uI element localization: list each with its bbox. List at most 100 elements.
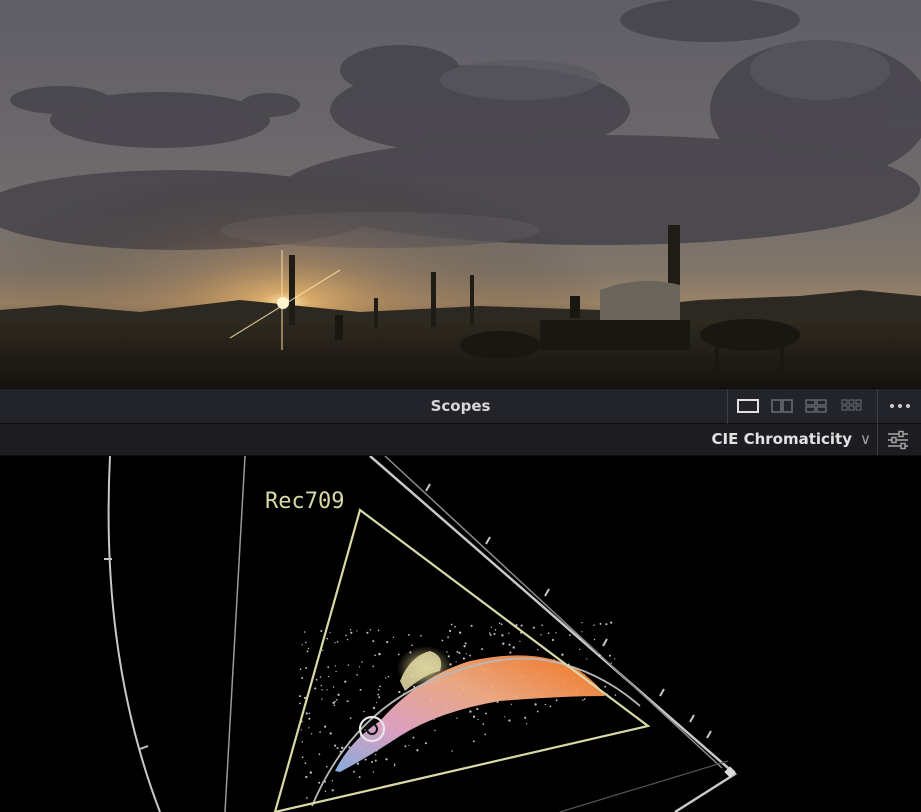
spectral-locus xyxy=(107,456,161,812)
scatter-dot xyxy=(372,665,375,668)
scatter-dot xyxy=(370,760,374,764)
scatter-dot xyxy=(504,716,506,718)
scatter-dot xyxy=(544,703,547,706)
scatter-dot xyxy=(464,642,467,645)
scatter-dot xyxy=(334,744,337,747)
scatter-dot xyxy=(462,657,466,660)
scatter-dot xyxy=(306,650,309,653)
scatter-dot xyxy=(456,717,458,719)
scope-type-dropdown[interactable]: CIE Chromaticity ∨ xyxy=(712,424,871,455)
scatter-dot xyxy=(386,640,389,644)
scatter-dot xyxy=(372,640,375,643)
scatter-dot xyxy=(308,712,311,715)
scatter-dot xyxy=(593,624,595,627)
scatter-dot xyxy=(359,688,362,691)
scatter-dot xyxy=(579,648,581,650)
scatter-dot xyxy=(502,642,505,645)
quad-layout-button[interactable] xyxy=(803,397,829,415)
scatter-dot xyxy=(327,666,330,668)
scatter-dot xyxy=(549,705,552,708)
scatter-dot xyxy=(364,758,367,761)
scatter-dot xyxy=(372,706,376,710)
dual-layout-button[interactable] xyxy=(769,397,795,415)
scatter-dot xyxy=(397,653,400,656)
scatter-dot xyxy=(356,673,358,676)
scatter-dot xyxy=(547,632,550,635)
scatter-dot xyxy=(347,664,350,666)
sliders-icon xyxy=(888,430,908,450)
scatter-dot xyxy=(304,762,307,765)
scatter-dot xyxy=(579,638,581,640)
scatter-dot xyxy=(375,701,378,704)
scatter-dot xyxy=(493,632,496,635)
scatter-dot xyxy=(361,661,363,663)
scatter-dot xyxy=(476,708,479,711)
scatter-dot xyxy=(356,762,360,765)
scatter-dot xyxy=(335,670,337,673)
scatter-dot xyxy=(583,698,586,700)
scatter-dot xyxy=(489,632,491,634)
scatter-dot xyxy=(377,693,379,696)
cie-chromaticity-scope: Rec709 xyxy=(0,456,921,812)
scatter-dot xyxy=(424,742,427,745)
scatter-dot xyxy=(358,776,361,779)
scatter-dot xyxy=(379,685,382,688)
scatter-dot xyxy=(434,729,436,732)
scatter-dot xyxy=(324,725,327,728)
scatter-dot xyxy=(407,633,410,636)
scatter-dot xyxy=(349,628,352,631)
more-options-button[interactable] xyxy=(887,397,913,415)
chromaticity-plot xyxy=(298,621,617,799)
scatter-dot xyxy=(465,653,467,655)
scatter-dot xyxy=(321,698,323,700)
scatter-dot xyxy=(501,634,504,637)
scatter-dot xyxy=(320,684,323,687)
scatter-dot xyxy=(446,651,448,653)
scatter-dot xyxy=(510,703,513,705)
scatter-dot xyxy=(489,633,492,636)
scatter-dot xyxy=(346,700,349,703)
scatter-dot xyxy=(378,688,380,691)
scatter-dot xyxy=(561,653,564,656)
scatter-dot xyxy=(349,717,352,719)
scatter-dot xyxy=(335,698,338,701)
divider xyxy=(877,389,878,424)
scatter-dot xyxy=(356,630,358,632)
scatter-dot xyxy=(324,790,327,792)
scatter-dot xyxy=(308,717,311,720)
scatter-dot xyxy=(490,626,493,628)
scatter-dot xyxy=(301,756,304,759)
scatter-dot xyxy=(412,736,415,739)
grid-layout-button[interactable] xyxy=(839,397,865,415)
scatter-dot xyxy=(393,764,396,767)
dual-layout-icon xyxy=(771,399,793,413)
scatter-dot xyxy=(408,744,410,746)
scatter-dot xyxy=(327,675,330,678)
scatter-dot xyxy=(319,731,321,733)
scatter-dot xyxy=(346,638,349,641)
scatter-dot xyxy=(366,631,369,634)
scatter-dot xyxy=(334,641,336,644)
scatter-dot xyxy=(614,658,616,660)
scatter-dot xyxy=(305,667,308,669)
scatter-dot xyxy=(305,641,307,644)
rec709-gamut-triangle xyxy=(273,508,651,812)
scatter-dot xyxy=(372,771,375,773)
scatter-dot xyxy=(610,621,613,624)
scatter-dot xyxy=(458,652,461,654)
single-layout-button[interactable] xyxy=(735,397,761,415)
scatter-dot xyxy=(482,723,485,725)
scatter-dot xyxy=(537,648,539,651)
scatter-dot xyxy=(305,796,308,799)
scatter-dot xyxy=(540,633,542,636)
scatter-dot xyxy=(364,729,366,731)
scatter-dot xyxy=(398,690,401,694)
scatter-dot xyxy=(469,710,472,713)
scatter-dot xyxy=(301,644,303,646)
scope-settings-button[interactable] xyxy=(886,430,910,450)
scatter-dot xyxy=(451,750,453,752)
scatter-dot xyxy=(551,638,555,642)
scatter-dot xyxy=(455,661,457,663)
scatter-dot xyxy=(334,665,337,667)
scatter-dot xyxy=(610,662,612,664)
